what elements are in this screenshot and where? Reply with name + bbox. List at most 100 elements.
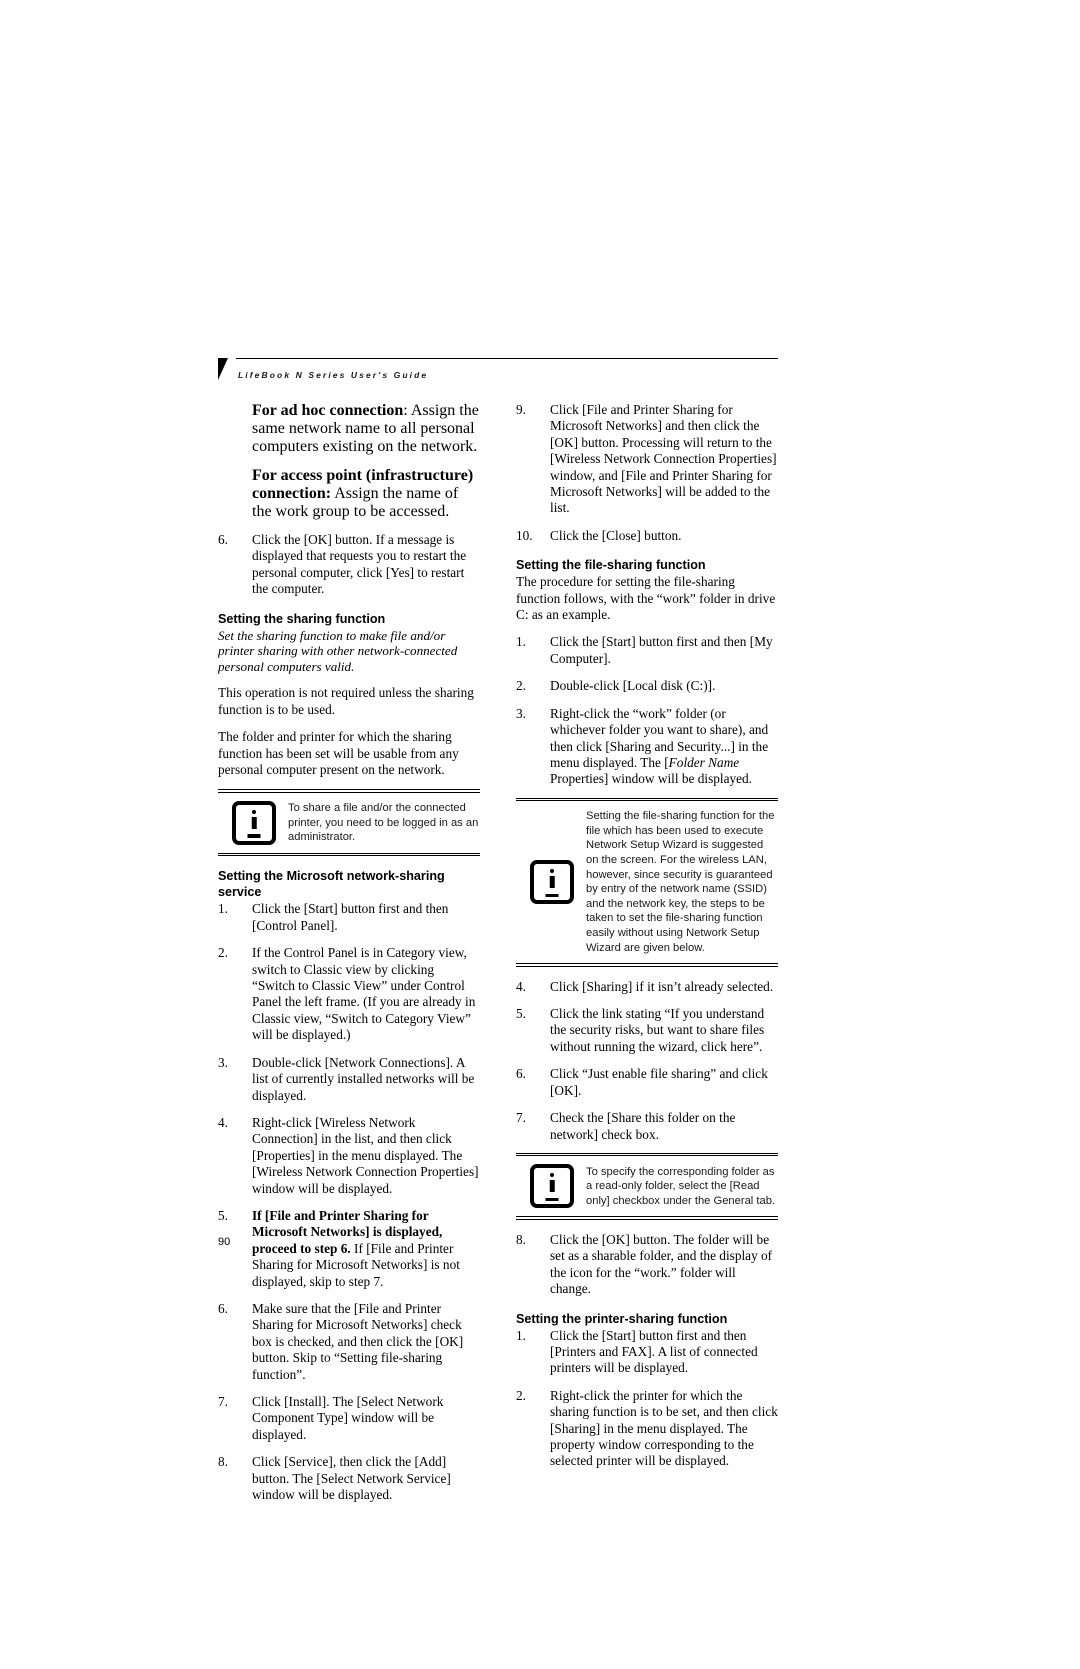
list-item: 4. Click [Sharing] if it isn’t already se… bbox=[516, 979, 778, 995]
heading-printer-sharing-function: Setting the printer-sharing function bbox=[516, 1311, 728, 1326]
list-item-text: Make sure that the [File and Printer Sha… bbox=[252, 1300, 464, 1382]
list-item: 1. Click the [Start] button first and the… bbox=[516, 1328, 778, 1377]
list-item-number: 9. bbox=[516, 402, 526, 417]
list-item-number: 10. bbox=[516, 527, 533, 543]
list-item: 5. If [File and Printer Sharing for Micro… bbox=[218, 1208, 480, 1290]
list-item-text: Click [Service], then click the [Add] bu… bbox=[252, 1454, 451, 1503]
heading-setting-sharing-function: Setting the sharing function bbox=[218, 611, 386, 626]
list-item: 7. Check the [Share this folder on the ne… bbox=[516, 1110, 778, 1143]
list-item-text: Check the [Share this folder on the netw… bbox=[550, 1110, 736, 1142]
para-not-required: This operation is not required unless th… bbox=[218, 685, 474, 717]
list-item-text: Right-click the “work” folder (or whiche… bbox=[550, 705, 769, 787]
right-steps-b-list: 4. Click [Sharing] if it isn’t already se… bbox=[516, 979, 778, 1143]
list-item-number: 6. bbox=[516, 1066, 526, 1082]
list-item-number: 2. bbox=[516, 678, 526, 694]
note-rule-bottom bbox=[218, 852, 480, 857]
list-item-number: 8. bbox=[218, 1454, 228, 1470]
list-item-text: Click [Sharing] if it isn’t already sele… bbox=[550, 978, 774, 994]
list-item: 1. Click the [Start] button first and the… bbox=[516, 634, 778, 667]
note-text-administrator: To share a file and/or the connected pri… bbox=[288, 802, 479, 844]
list-item: 8. Click the [OK] button. The folder wil… bbox=[516, 1232, 778, 1298]
italic-sharing-note: Set the sharing function to make file an… bbox=[218, 627, 458, 674]
list-item-text: If the Control Panel is in Category view… bbox=[252, 945, 476, 1043]
list-item-number: 1. bbox=[218, 901, 228, 917]
list-item: 6. Click “Just enable file sharing” and c… bbox=[516, 1066, 778, 1099]
info-icon bbox=[530, 1164, 574, 1209]
list-item-number: 4. bbox=[516, 978, 526, 994]
left-column: For ad hoc connection: Assign the same n… bbox=[218, 402, 480, 1503]
list-item-number: 5. bbox=[218, 1207, 228, 1223]
list-item: 6. Make sure that the [File and Printer S… bbox=[218, 1301, 480, 1383]
right-steps-a-list: 1. Click the [Start] button first and the… bbox=[516, 634, 778, 787]
note-box-network-setup-wizard: Setting the file-sharing function for th… bbox=[516, 797, 778, 967]
header-rule bbox=[236, 358, 778, 359]
list-item-text: Click [File and Printer Sharing for Micr… bbox=[550, 402, 777, 516]
list-item-number: 7. bbox=[516, 1110, 526, 1126]
list-item-text: Click the [OK] button. If a message is d… bbox=[252, 532, 467, 597]
note-rule-bottom bbox=[516, 1216, 778, 1220]
list-item: 9. Click [File and Printer Sharing for M… bbox=[516, 402, 778, 517]
header-flag-icon bbox=[218, 358, 228, 380]
list-item: 5. Click the link stating “If you underst… bbox=[516, 1006, 778, 1055]
list-item: 3. Double-click [Network Connections]. A … bbox=[218, 1055, 480, 1104]
list-item-text: Double-click [Network Connections]. A li… bbox=[252, 1054, 475, 1103]
list-item: 2. Right-click the printer for which the … bbox=[516, 1388, 778, 1470]
note-box-read-only: To specify the corresponding folder as a… bbox=[516, 1152, 778, 1220]
note-box-administrator: To share a file and/or the connected pri… bbox=[218, 789, 480, 857]
list-item: 2. If the Control Panel is in Category vi… bbox=[218, 945, 480, 1043]
running-header: LifeBook N Series User's Guide bbox=[218, 358, 778, 394]
list-item: 4. Right-click [Wireless Network Connecti… bbox=[218, 1115, 480, 1197]
list-item-number: 6. bbox=[218, 532, 228, 547]
callout-ad-hoc: For ad hoc connection: Assign the same n… bbox=[252, 402, 480, 456]
para-procedure: The procedure for setting the file-shari… bbox=[516, 574, 776, 623]
info-icon bbox=[530, 860, 574, 905]
para-folder-printer: The folder and printer for which the sha… bbox=[218, 729, 459, 778]
list-item: 6. Click the [OK] button. If a message i… bbox=[218, 532, 480, 598]
list-item-text: Right-click the printer for which the sh… bbox=[550, 1387, 778, 1469]
right-steps-9-10-list: 9. Click [File and Printer Sharing for M… bbox=[516, 402, 778, 544]
list-item-text: Click “Just enable file sharing” and cli… bbox=[550, 1066, 768, 1098]
list-item: 10. Click the [Close] button. bbox=[516, 528, 778, 544]
right-steps-c-list: 1. Click the [Start] button first and the… bbox=[516, 1328, 778, 1470]
list-item: 1. Click the [Start] button first and the… bbox=[218, 901, 480, 934]
right-step8-list: 8. Click the [OK] button. The folder wil… bbox=[516, 1232, 778, 1298]
document-page: LifeBook N Series User's Guide For ad ho… bbox=[0, 0, 1080, 1669]
list-item-text: Click the [Close] button. bbox=[550, 527, 682, 543]
list-item-text: Right-click [Wireless Network Connection… bbox=[252, 1114, 479, 1196]
header-title: LifeBook N Series User's Guide bbox=[238, 370, 429, 380]
list-item-text: Click the link stating “If you understan… bbox=[550, 1006, 765, 1054]
list-item-text: Click the [Start] button first and then … bbox=[252, 901, 449, 933]
info-icon bbox=[232, 800, 276, 845]
list-item-text: Double-click [Local disk (C:)]. bbox=[550, 678, 716, 694]
note-text-read-only: To specify the corresponding folder as a… bbox=[586, 1165, 776, 1207]
list-item-text: Click the [OK] button. The folder will b… bbox=[550, 1231, 773, 1297]
list-item-number: 3. bbox=[218, 1054, 228, 1070]
list-item-number: 5. bbox=[516, 1006, 526, 1022]
left-step6-list: 6. Click the [OK] button. If a message i… bbox=[218, 532, 480, 598]
list-item-text: Click [Install]. The [Select Network Com… bbox=[252, 1394, 444, 1442]
page-number: 90 bbox=[218, 1236, 231, 1248]
heading-microsoft-network-sharing-service: Setting the Microsoft network-sharing se… bbox=[218, 869, 445, 900]
heading-file-sharing-function: Setting the file-sharing function bbox=[516, 558, 706, 573]
list-item: 7. Click [Install]. The [Select Network C… bbox=[218, 1394, 480, 1443]
list-item: 8. Click [Service], then click the [Add] … bbox=[218, 1454, 480, 1503]
list-item-number: 2. bbox=[516, 1387, 526, 1403]
list-item-number: 8. bbox=[516, 1231, 526, 1247]
right-column: 9. Click [File and Printer Sharing for M… bbox=[516, 402, 778, 1470]
list-item-number: 7. bbox=[218, 1394, 228, 1409]
list-item-number: 2. bbox=[218, 945, 228, 961]
callout-access-point: For access point (infrastructure) connec… bbox=[252, 467, 480, 521]
list-item: 2. Double-click [Local disk (C:)]. bbox=[516, 678, 778, 694]
list-item-text: Click the [Start] button first and then … bbox=[550, 1327, 758, 1376]
left-steps-list: 1. Click the [Start] button first and the… bbox=[218, 901, 480, 1503]
list-item-number: 1. bbox=[516, 1327, 526, 1343]
list-item-text: Click the [Start] button first and then … bbox=[550, 634, 773, 666]
note-rule-bottom bbox=[516, 963, 778, 967]
callout-ad-hoc-lead: For ad hoc connection bbox=[252, 402, 404, 419]
list-item-text: If [File and Printer Sharing for Microso… bbox=[252, 1207, 460, 1289]
list-item-number: 4. bbox=[218, 1114, 228, 1130]
note-text-network-setup-wizard: Setting the file-sharing function for th… bbox=[586, 810, 775, 954]
list-item: 3. Right-click the “work” folder (or whic… bbox=[516, 706, 778, 788]
list-item-number: 1. bbox=[516, 634, 526, 650]
list-item-number: 6. bbox=[218, 1300, 228, 1316]
